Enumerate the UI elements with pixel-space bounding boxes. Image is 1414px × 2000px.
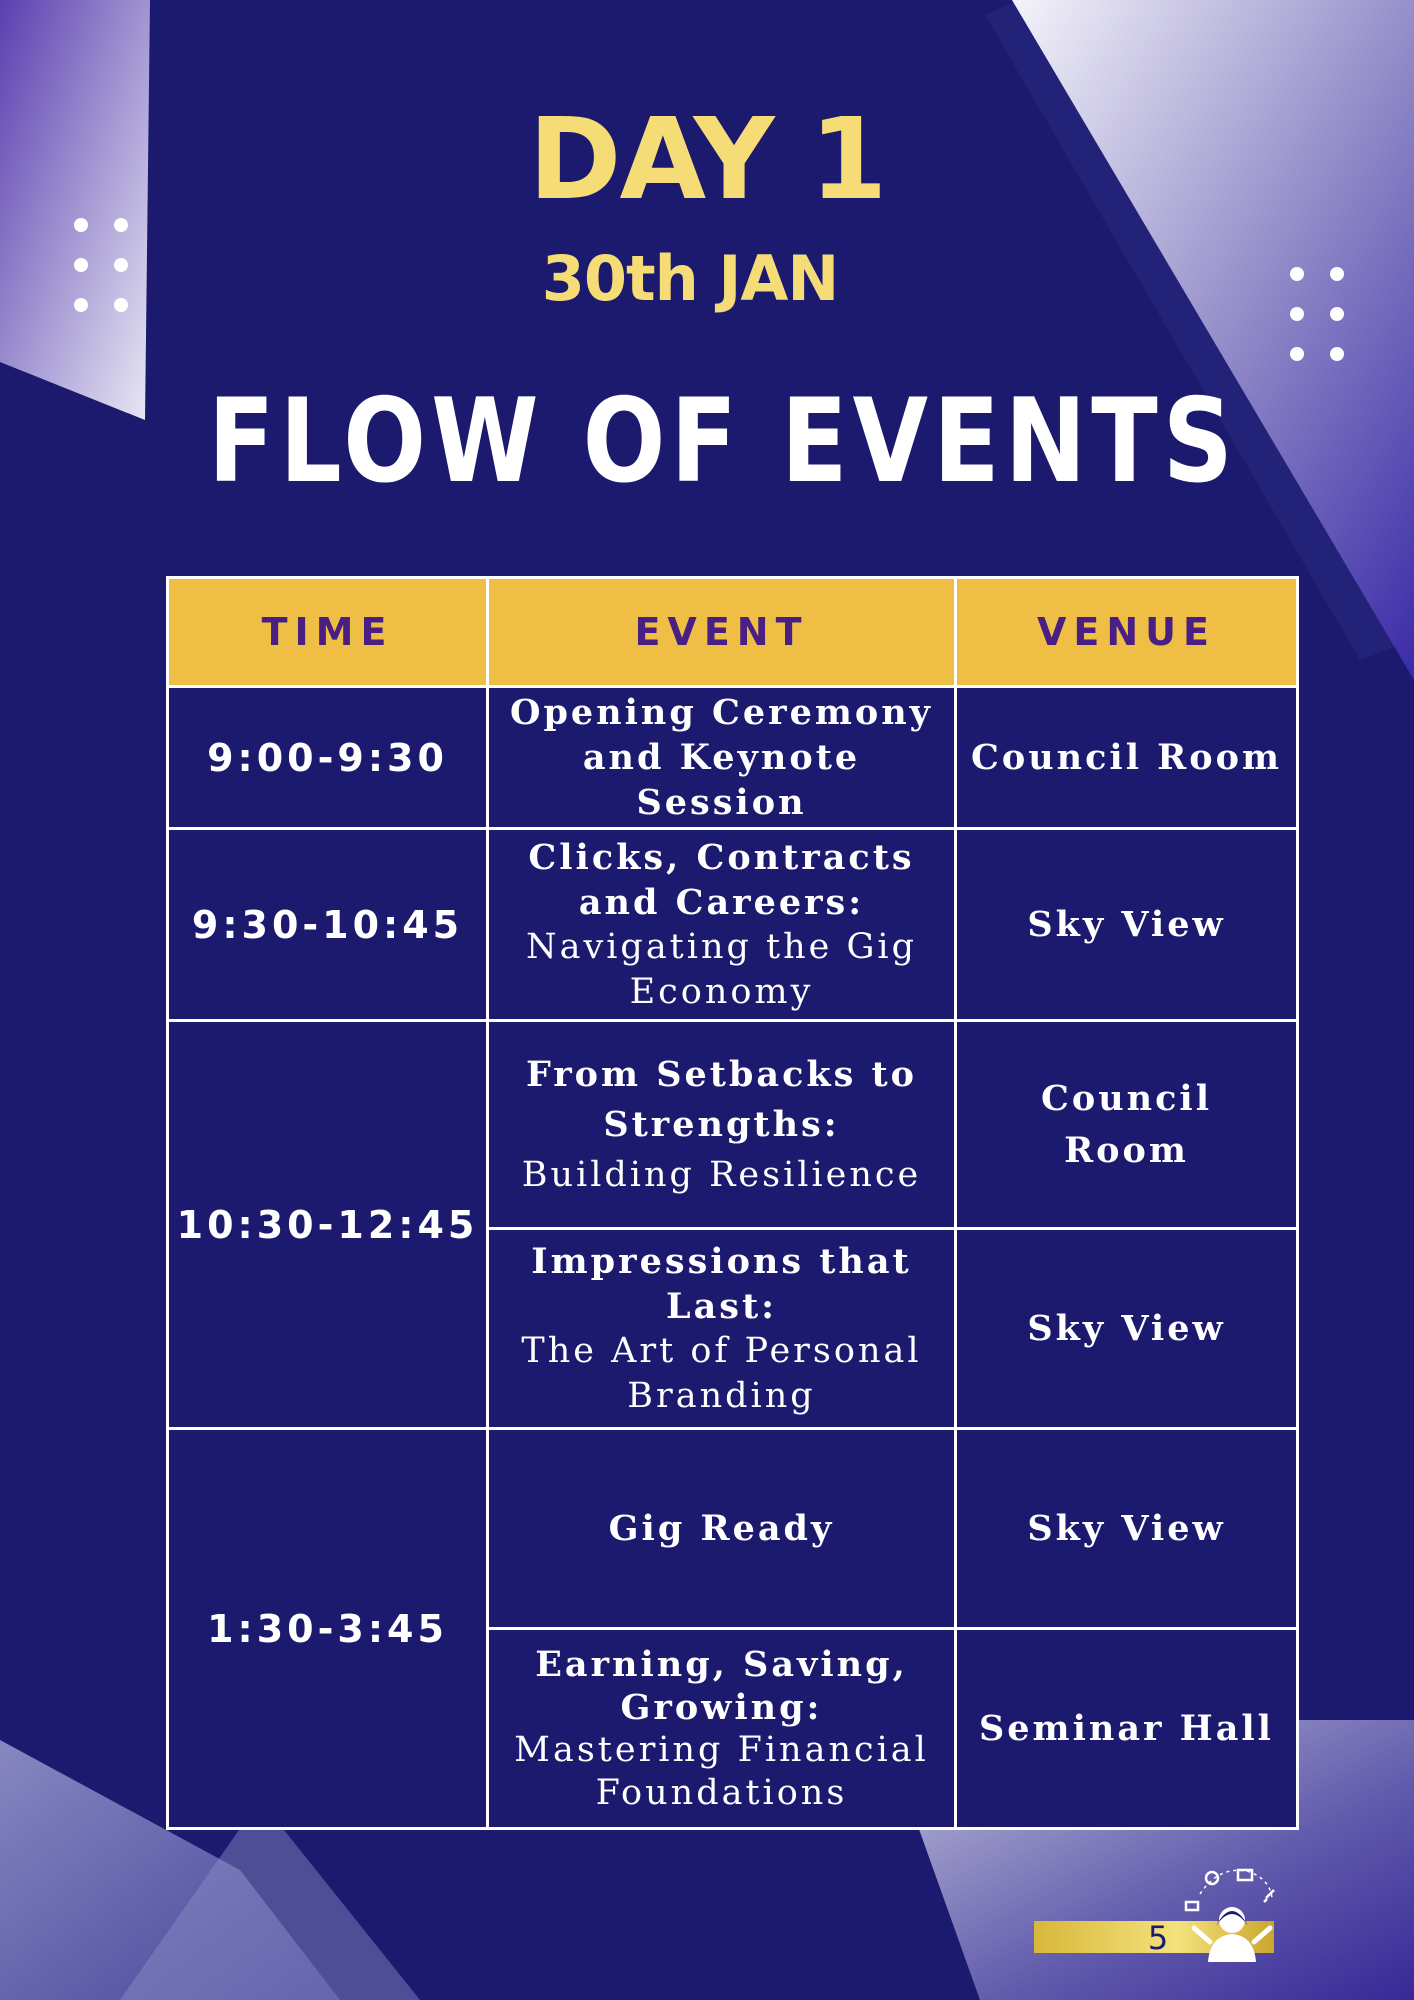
event-subtitle: The Art of Personal Branding [521,1330,922,1416]
event-subtitle: Mastering Financial Foundations [514,1729,929,1813]
event-title: Clicks, Contracts and Careers: [528,836,915,923]
table-row: 9:00-9:30 Opening Ceremony and Keynote S… [166,685,1299,830]
time-cell: 10:30-12:45 [166,1019,489,1430]
table-header-row: TIME EVENT VENUE [166,576,1299,688]
event-cell: Gig Ready [486,1427,957,1630]
venue-cell: Sky View [954,1427,1299,1630]
event-cell: Clicks, Contracts and Careers: Navigatin… [486,827,957,1022]
event-subtitle: Navigating the Gig Economy [525,926,918,1012]
table-row: 1:30-3:45 Gig Ready Sky View [166,1427,1299,1830]
time-cell: 9:00-9:30 [166,685,489,830]
event-title: Opening Ceremony and Keynote Session [509,692,934,823]
page-title: FLOW OF EVENTS [207,374,1239,509]
person-juggling-tasks-icon [1184,1868,1275,1962]
dot [74,218,88,232]
event-title: Earning, Saving, Growing: [535,1643,908,1728]
table-row: 10:30-12:45 From Setbacks to Strengths: … [166,1019,1299,1430]
table-row: 9:30-10:45 Clicks, Contracts and Careers… [166,827,1299,1022]
event-cell: Earning, Saving, Growing: Mastering Fina… [486,1627,957,1830]
column-header-venue: VENUE [954,576,1299,688]
day-title: DAY 1 [528,95,888,225]
event-title: Gig Ready [608,1508,835,1549]
column-header-time: TIME [166,576,489,688]
event-subtitle: Building Resilience [521,1154,922,1195]
event-title: Impressions that Last: [531,1240,912,1327]
venue-cell: Sky View [954,1227,1299,1430]
column-header-event: EVENT [486,576,957,688]
dot [1330,347,1344,361]
dot [1290,347,1304,361]
venue-cell: Council Room [954,685,1299,830]
venue-cell: Sky View [954,827,1299,1022]
event-cell: Impressions that Last: The Art of Person… [486,1227,957,1430]
time-cell: 9:30-10:45 [166,827,489,1022]
day-date: 30th JAN [541,242,840,315]
venue-cell: Council Room [954,1019,1299,1230]
dot [114,218,128,232]
event-title: From Setbacks to Strengths: [525,1053,918,1145]
time-cell: 1:30-3:45 [166,1427,489,1830]
venue-cell: Seminar Hall [954,1627,1299,1830]
event-cell: From Setbacks to Strengths: Building Res… [486,1019,957,1230]
page-number: 5 [1147,1919,1169,1957]
schedule-table: TIME EVENT VENUE 9:00-9:30 Opening Cerem… [166,576,1299,1830]
event-cell: Opening Ceremony and Keynote Session [486,685,957,830]
